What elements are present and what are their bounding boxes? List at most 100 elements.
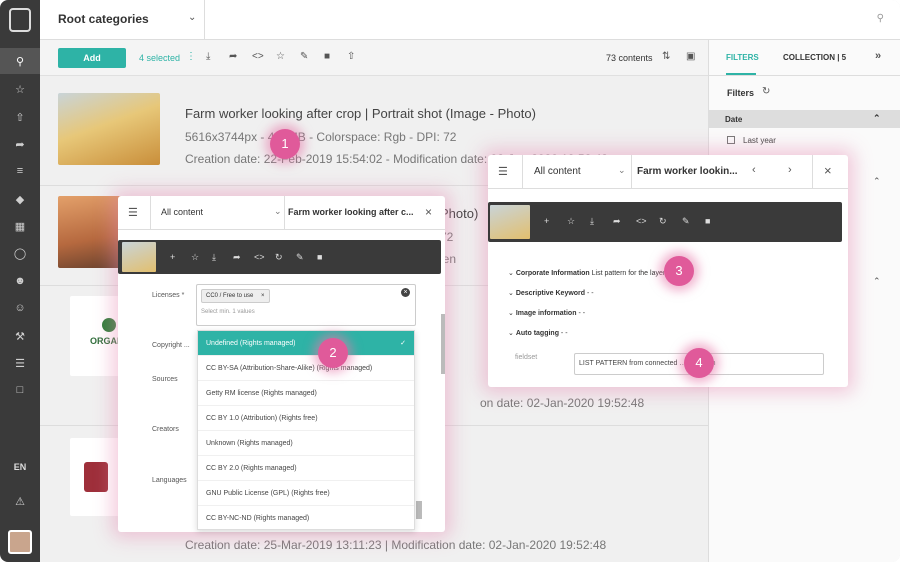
code-icon[interactable]: <>: [636, 216, 647, 226]
clear-icon[interactable]: ×: [401, 288, 410, 297]
user-add-icon[interactable]: ☻: [0, 268, 40, 294]
edit-icon[interactable]: ✎: [296, 252, 304, 263]
next-icon[interactable]: ›: [788, 164, 792, 176]
scrollbar[interactable]: [441, 314, 445, 374]
search-icon[interactable]: ⚲: [877, 13, 884, 24]
content-select[interactable]: All content: [161, 207, 203, 217]
search-icon[interactable]: ⚲: [0, 48, 40, 74]
download-icon[interactable]: ⤓: [206, 51, 210, 62]
section-corporate[interactable]: ⌄ Corporate Information List pattern for…: [508, 269, 665, 277]
edit-icon[interactable]: ✎: [682, 216, 690, 227]
users-icon[interactable]: ☺: [0, 295, 40, 321]
download-icon[interactable]: ⤓: [590, 216, 594, 227]
thumbnail[interactable]: [58, 93, 160, 165]
license-option[interactable]: GNU Public License (GPL) (Rights free): [198, 481, 414, 506]
filter-option[interactable]: Last year: [727, 136, 776, 145]
section-descriptive[interactable]: ⌄ Descriptive Keyword - -: [508, 289, 594, 297]
cube-icon[interactable]: ◯: [0, 240, 40, 266]
license-option[interactable]: Undefined (Rights managed) ✓: [198, 331, 414, 356]
close-icon[interactable]: ×: [261, 293, 265, 299]
tab-filters[interactable]: FILTERS: [726, 53, 759, 62]
code-icon[interactable]: <>: [252, 51, 264, 62]
item-title[interactable]: Photo): [440, 206, 478, 221]
section-auto-tagging[interactable]: ⌄ Auto tagging - -: [508, 329, 568, 337]
license-option[interactable]: CC BY 2.0 (Rights managed): [198, 456, 414, 481]
dialog-header: ☰ All content ⌄ Farm worker lookin... ‹ …: [488, 155, 848, 189]
chevron-down-icon[interactable]: ⌄: [274, 206, 282, 217]
app-logo: [9, 8, 31, 32]
close-icon[interactable]: ×: [425, 205, 432, 219]
refresh-icon[interactable]: ↻: [762, 86, 770, 97]
download-icon[interactable]: ⤓: [212, 252, 216, 263]
star-icon[interactable]: ☆: [0, 76, 40, 102]
tab-collection[interactable]: COLLECTION | 5: [783, 53, 846, 62]
folder-icon[interactable]: □: [0, 377, 40, 403]
view-icon[interactable]: ▣: [686, 51, 695, 62]
logo-icon: [102, 318, 116, 332]
section-value: - -: [587, 290, 594, 297]
wrench-icon[interactable]: ⚒: [0, 323, 40, 349]
menu-icon[interactable]: ☰: [498, 165, 508, 178]
license-option[interactable]: CC BY-NC-ND (Rights managed): [198, 506, 414, 529]
category-title[interactable]: Root categories: [58, 12, 149, 26]
language-switch[interactable]: EN: [0, 462, 40, 472]
chevron-up-icon[interactable]: ⌃: [873, 276, 881, 287]
upload-icon[interactable]: ⇧: [347, 51, 355, 62]
table-icon[interactable]: ▦: [0, 213, 40, 239]
share-icon[interactable]: ➦: [613, 216, 621, 227]
filter-section-date[interactable]: Date ⌃: [709, 110, 900, 128]
plus-icon[interactable]: +: [544, 216, 549, 226]
collapse-icon[interactable]: »: [875, 50, 881, 62]
avatar[interactable]: [8, 530, 32, 554]
star-icon[interactable]: ☆: [191, 252, 199, 263]
list-icon[interactable]: ≡: [0, 158, 40, 184]
license-option[interactable]: CC BY-SA (Attribution-Share-Alike) (Righ…: [198, 356, 414, 381]
bell-icon[interactable]: ⚠: [0, 488, 40, 514]
divider: [812, 155, 813, 189]
edit-icon[interactable]: ✎: [300, 51, 308, 62]
license-option[interactable]: CC BY 1.0 (Attribution) (Rights free): [198, 406, 414, 431]
chevron-up-icon[interactable]: ⌃: [873, 176, 881, 187]
selection-count[interactable]: 4 selected: [139, 53, 180, 63]
trash-icon[interactable]: ■: [705, 216, 710, 226]
trash-icon[interactable]: ■: [317, 252, 322, 262]
item-title[interactable]: Farm worker looking after crop | Portrai…: [185, 106, 536, 121]
dialog-title: Farm worker looking after c...: [288, 207, 414, 217]
star-icon[interactable]: ☆: [276, 51, 285, 62]
refresh-icon[interactable]: ↻: [275, 252, 283, 263]
code-icon[interactable]: <>: [254, 252, 265, 262]
more-icon[interactable]: ⋮: [186, 51, 196, 62]
star-icon[interactable]: ☆: [567, 216, 575, 227]
checkbox[interactable]: [727, 136, 735, 144]
menu-icon[interactable]: ☰: [128, 206, 138, 219]
close-icon[interactable]: ×: [824, 163, 832, 178]
chevron-down-icon[interactable]: ⌄: [188, 12, 196, 23]
divider: [284, 196, 285, 230]
trash-icon[interactable]: ■: [324, 51, 330, 62]
upload-icon[interactable]: ⇧: [0, 104, 40, 130]
thumbnail[interactable]: [70, 438, 122, 516]
sliders-icon[interactable]: ☰: [0, 350, 40, 376]
copyright-label: Copyright ...: [152, 342, 190, 349]
refresh-icon[interactable]: ↻: [659, 216, 667, 227]
share-icon[interactable]: ➦: [0, 131, 40, 157]
add-button[interactable]: Add: [58, 48, 126, 68]
plus-icon[interactable]: +: [170, 252, 175, 262]
share-icon[interactable]: ➦: [233, 252, 241, 263]
layers-icon[interactable]: ◆: [0, 186, 40, 212]
section-image-info[interactable]: ⌄ Image information - -: [508, 309, 585, 317]
previous-icon[interactable]: ‹: [752, 164, 756, 176]
scrollbar-thumb[interactable]: [416, 501, 422, 519]
license-tag[interactable]: CC0 / Free to use ×: [201, 289, 270, 303]
content-select[interactable]: All content: [534, 166, 581, 177]
license-option[interactable]: Unknown (Rights managed): [198, 431, 414, 456]
chevron-up-icon[interactable]: ⌃: [873, 113, 881, 124]
license-dialog: ☰ All content ⌄ Farm worker looking afte…: [118, 196, 445, 532]
chevron-down-icon[interactable]: ⌄: [618, 165, 626, 176]
share-icon[interactable]: ➦: [229, 51, 237, 62]
sort-icon[interactable]: ⇅: [662, 51, 670, 62]
creators-label: Creators: [152, 426, 179, 433]
check-icon: ✓: [400, 340, 406, 347]
licenses-input[interactable]: CC0 / Free to use × Select min. 1 values…: [196, 284, 416, 326]
license-option[interactable]: Getty RM license (Rights managed): [198, 381, 414, 406]
